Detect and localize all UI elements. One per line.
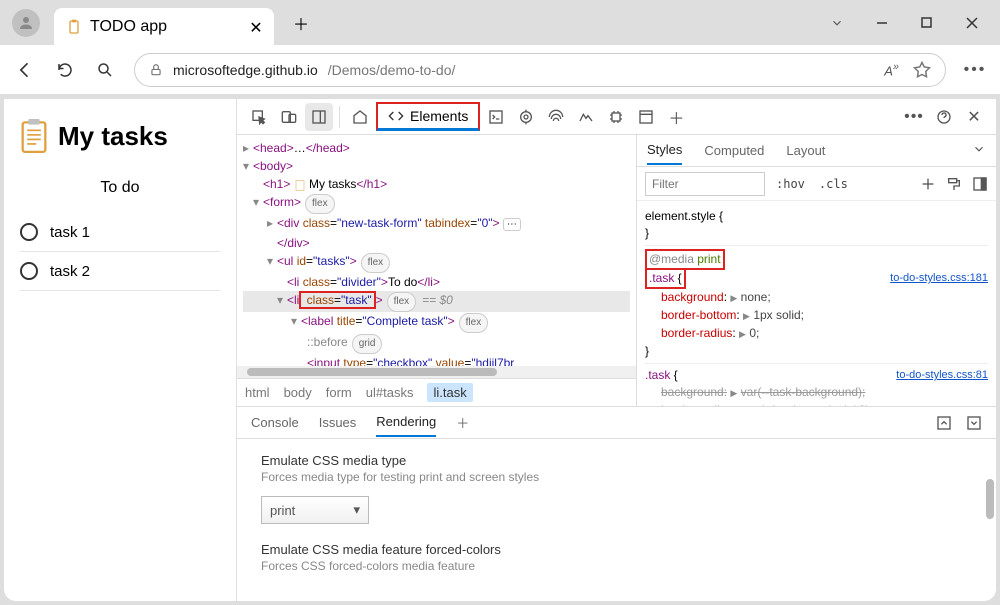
refresh-button[interactable] xyxy=(54,59,76,81)
tab-rendering[interactable]: Rendering xyxy=(376,408,436,437)
clipboard-icon xyxy=(20,119,48,153)
task-item[interactable]: task 1 xyxy=(20,213,220,252)
dom-panel: ▸<head>…</head> ▾<body> <h1> My tasks</h… xyxy=(237,135,637,406)
read-aloud-icon[interactable]: A» xyxy=(884,61,899,79)
sources-icon[interactable] xyxy=(512,103,540,131)
app-panel: My tasks To do task 1 task 2 xyxy=(4,99,237,601)
task-label: task 2 xyxy=(50,263,90,280)
chevron-down-icon: ▾ xyxy=(353,502,360,518)
forced-colors-label: Emulate CSS media feature forced-colors xyxy=(261,542,972,557)
tab-title: TODO app xyxy=(90,18,167,36)
url-field[interactable]: microsoftedge.github.io/Demos/demo-to-do… xyxy=(134,53,946,87)
profile-icon[interactable] xyxy=(12,9,40,37)
breadcrumb-item[interactable]: li.task xyxy=(427,383,472,402)
dom-tree[interactable]: ▸<head>…</head> ▾<body> <h1> My tasks</h… xyxy=(237,135,636,366)
drawer-content[interactable]: Emulate CSS media type Forces media type… xyxy=(237,439,996,601)
cls-button[interactable]: .cls xyxy=(816,175,851,193)
memory-icon[interactable] xyxy=(602,103,630,131)
chevron-down-icon[interactable] xyxy=(972,142,986,156)
task-item[interactable]: task 2 xyxy=(20,252,220,291)
help-icon[interactable] xyxy=(930,103,958,131)
more-tools-icon[interactable]: ••• xyxy=(900,103,928,131)
more-button[interactable]: ••• xyxy=(964,59,986,81)
welcome-icon[interactable] xyxy=(346,103,374,131)
filter-input[interactable] xyxy=(645,172,765,196)
drawer-panel: Console Issues Rendering ＋ Emulate CSS m… xyxy=(237,406,996,601)
vertical-scrollbar[interactable] xyxy=(986,479,994,519)
breadcrumb-item[interactable]: body xyxy=(284,385,312,400)
elements-tab[interactable]: Elements xyxy=(376,102,480,131)
close-devtools-icon[interactable]: ✕ xyxy=(960,103,988,131)
tab-layout[interactable]: Layout xyxy=(786,137,825,164)
horizontal-scrollbar[interactable] xyxy=(237,366,636,378)
new-tab-button[interactable]: ＋ xyxy=(286,8,316,38)
application-icon[interactable] xyxy=(632,103,660,131)
task-radio[interactable] xyxy=(20,262,38,280)
breadcrumb-item[interactable]: form xyxy=(326,385,352,400)
close-tab-button[interactable]: ✕ xyxy=(248,20,264,36)
collapse-drawer-icon[interactable] xyxy=(966,415,982,431)
tab-issues[interactable]: Issues xyxy=(319,409,357,436)
breadcrumb-item[interactable]: html xyxy=(245,385,270,400)
devtools-panel: Elements ＋ ••• ✕ ▸<head>…</head> ▾<body>… xyxy=(237,99,996,601)
forced-colors-desc: Forces CSS forced-colors media feature xyxy=(261,559,972,573)
paint-icon[interactable] xyxy=(946,176,962,192)
new-rule-icon[interactable] xyxy=(920,176,936,192)
task-label: task 1 xyxy=(50,224,90,241)
clipboard-icon xyxy=(66,19,82,35)
drawer-tabs: Console Issues Rendering ＋ xyxy=(237,407,996,439)
dock-drawer-icon[interactable] xyxy=(936,415,952,431)
chevron-down-icon[interactable] xyxy=(814,8,859,38)
lock-icon xyxy=(149,63,163,77)
dock-icon[interactable] xyxy=(305,103,333,131)
favorite-icon[interactable] xyxy=(913,61,931,79)
close-window-button[interactable] xyxy=(949,8,994,38)
app-title: My tasks xyxy=(20,119,220,153)
performance-icon[interactable] xyxy=(572,103,600,131)
search-button[interactable] xyxy=(94,59,116,81)
hov-button[interactable]: :hov xyxy=(773,175,808,193)
styles-tabs: Styles Computed Layout xyxy=(637,135,996,167)
devtools-toolbar: Elements ＋ ••• ✕ xyxy=(237,99,996,135)
media-type-select[interactable]: print ▾ xyxy=(261,496,369,524)
dom-breadcrumb: html body form ul#tasks li.task xyxy=(237,378,636,406)
url-domain: microsoftedge.github.io xyxy=(173,62,318,78)
network-icon[interactable] xyxy=(542,103,570,131)
url-path: /Demos/demo-to-do/ xyxy=(328,62,456,78)
todo-header: To do xyxy=(20,179,220,197)
address-bar: microsoftedge.github.io/Demos/demo-to-do… xyxy=(0,45,1000,95)
tab-styles[interactable]: Styles xyxy=(647,136,682,165)
add-tab-icon[interactable]: ＋ xyxy=(662,103,690,131)
console-icon[interactable] xyxy=(482,103,510,131)
inspect-icon[interactable] xyxy=(245,103,273,131)
styles-content[interactable]: element.style { } @media print .task {to… xyxy=(637,201,996,406)
device-icon[interactable] xyxy=(275,103,303,131)
minimize-button[interactable] xyxy=(859,8,904,38)
task-radio[interactable] xyxy=(20,223,38,241)
styles-panel: Styles Computed Layout :hov .cls xyxy=(637,135,996,406)
tab-computed[interactable]: Computed xyxy=(704,137,764,164)
browser-tab-bar: TODO app ✕ ＋ xyxy=(0,0,1000,45)
tab-console[interactable]: Console xyxy=(251,409,299,436)
computed-icon[interactable] xyxy=(972,176,988,192)
code-icon xyxy=(388,108,404,124)
browser-tab[interactable]: TODO app ✕ xyxy=(54,8,274,45)
maximize-button[interactable] xyxy=(904,8,949,38)
css-source-link[interactable]: to-do-styles.css:181 xyxy=(890,270,988,287)
css-source-link[interactable]: to-do-styles.css:81 xyxy=(896,367,988,384)
emulate-media-label: Emulate CSS media type xyxy=(261,453,972,468)
styles-filter-row: :hov .cls xyxy=(637,167,996,201)
back-button[interactable] xyxy=(14,59,36,81)
emulate-media-desc: Forces media type for testing print and … xyxy=(261,470,972,484)
breadcrumb-item[interactable]: ul#tasks xyxy=(366,385,414,400)
add-drawer-tab[interactable]: ＋ xyxy=(456,413,469,432)
